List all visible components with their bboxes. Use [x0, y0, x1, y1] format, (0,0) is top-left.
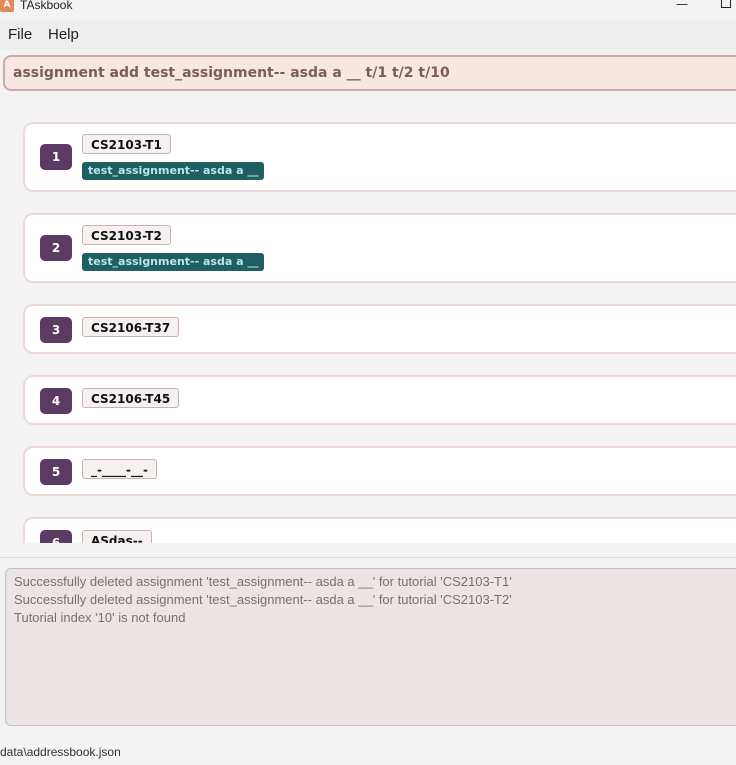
tutorial-card[interactable]: 5 _-____-__- — [23, 446, 736, 496]
command-input[interactable] — [13, 57, 733, 89]
tutorial-index-badge: 6 — [40, 530, 72, 543]
tutorial-code: CS2103-T2 — [82, 225, 171, 245]
tutorial-index-badge: 3 — [40, 317, 72, 343]
minimize-button[interactable]: — — [672, 0, 692, 11]
tutorial-list[interactable]: 1 CS2103-T1 test_assignment-- asda a __ 2 CS… — [0, 100, 736, 543]
maximize-icon — [721, 0, 731, 8]
title-bar: A TAskbook — — [0, 0, 736, 13]
app-logo-icon: A — [0, 0, 14, 12]
tutorial-card[interactable]: 1 CS2103-T1 test_assignment-- asda a __ — [23, 122, 736, 192]
menu-file[interactable]: File — [8, 26, 32, 43]
tutorial-index-badge: 5 — [40, 459, 72, 485]
result-line: Successfully deleted assignment 'test_as… — [14, 574, 512, 589]
menu-help[interactable]: Help — [48, 26, 79, 43]
tutorial-code: CS2103-T1 — [82, 134, 171, 154]
menu-bar: File Help — [0, 20, 736, 50]
tutorial-code: CS2106-T45 — [82, 388, 180, 408]
maximize-button[interactable] — [716, 0, 736, 11]
result-line: Successfully deleted assignment 'test_as… — [14, 592, 512, 607]
status-bar-path: data\addressbook.json — [0, 745, 121, 759]
tutorial-index-badge: 1 — [40, 144, 72, 170]
tutorial-index-badge: 4 — [40, 388, 72, 414]
result-display[interactable]: Successfully deleted assignment 'test_as… — [5, 568, 736, 726]
divider — [0, 557, 736, 558]
result-line: Tutorial index '10' is not found — [14, 610, 186, 625]
assignment-tag: test_assignment-- asda a __ — [82, 162, 265, 180]
tutorial-card[interactable]: 2 CS2103-T2 test_assignment-- asda a __ — [23, 213, 736, 283]
command-box — [3, 55, 736, 91]
tutorial-code: _-____-__- — [82, 459, 157, 479]
tutorial-card[interactable]: 3 CS2106-T37 — [23, 304, 736, 354]
tutorial-code: ASdas-- — [82, 530, 152, 543]
tutorial-code: CS2106-T37 — [82, 317, 180, 337]
assignment-tag: test_assignment-- asda a __ — [82, 253, 265, 271]
tutorial-card[interactable]: 6 ASdas-- — [23, 517, 736, 543]
tutorial-index-badge: 2 — [40, 235, 72, 261]
tutorial-card[interactable]: 4 CS2106-T45 — [23, 375, 736, 425]
window-title: TAskbook — [20, 0, 73, 12]
